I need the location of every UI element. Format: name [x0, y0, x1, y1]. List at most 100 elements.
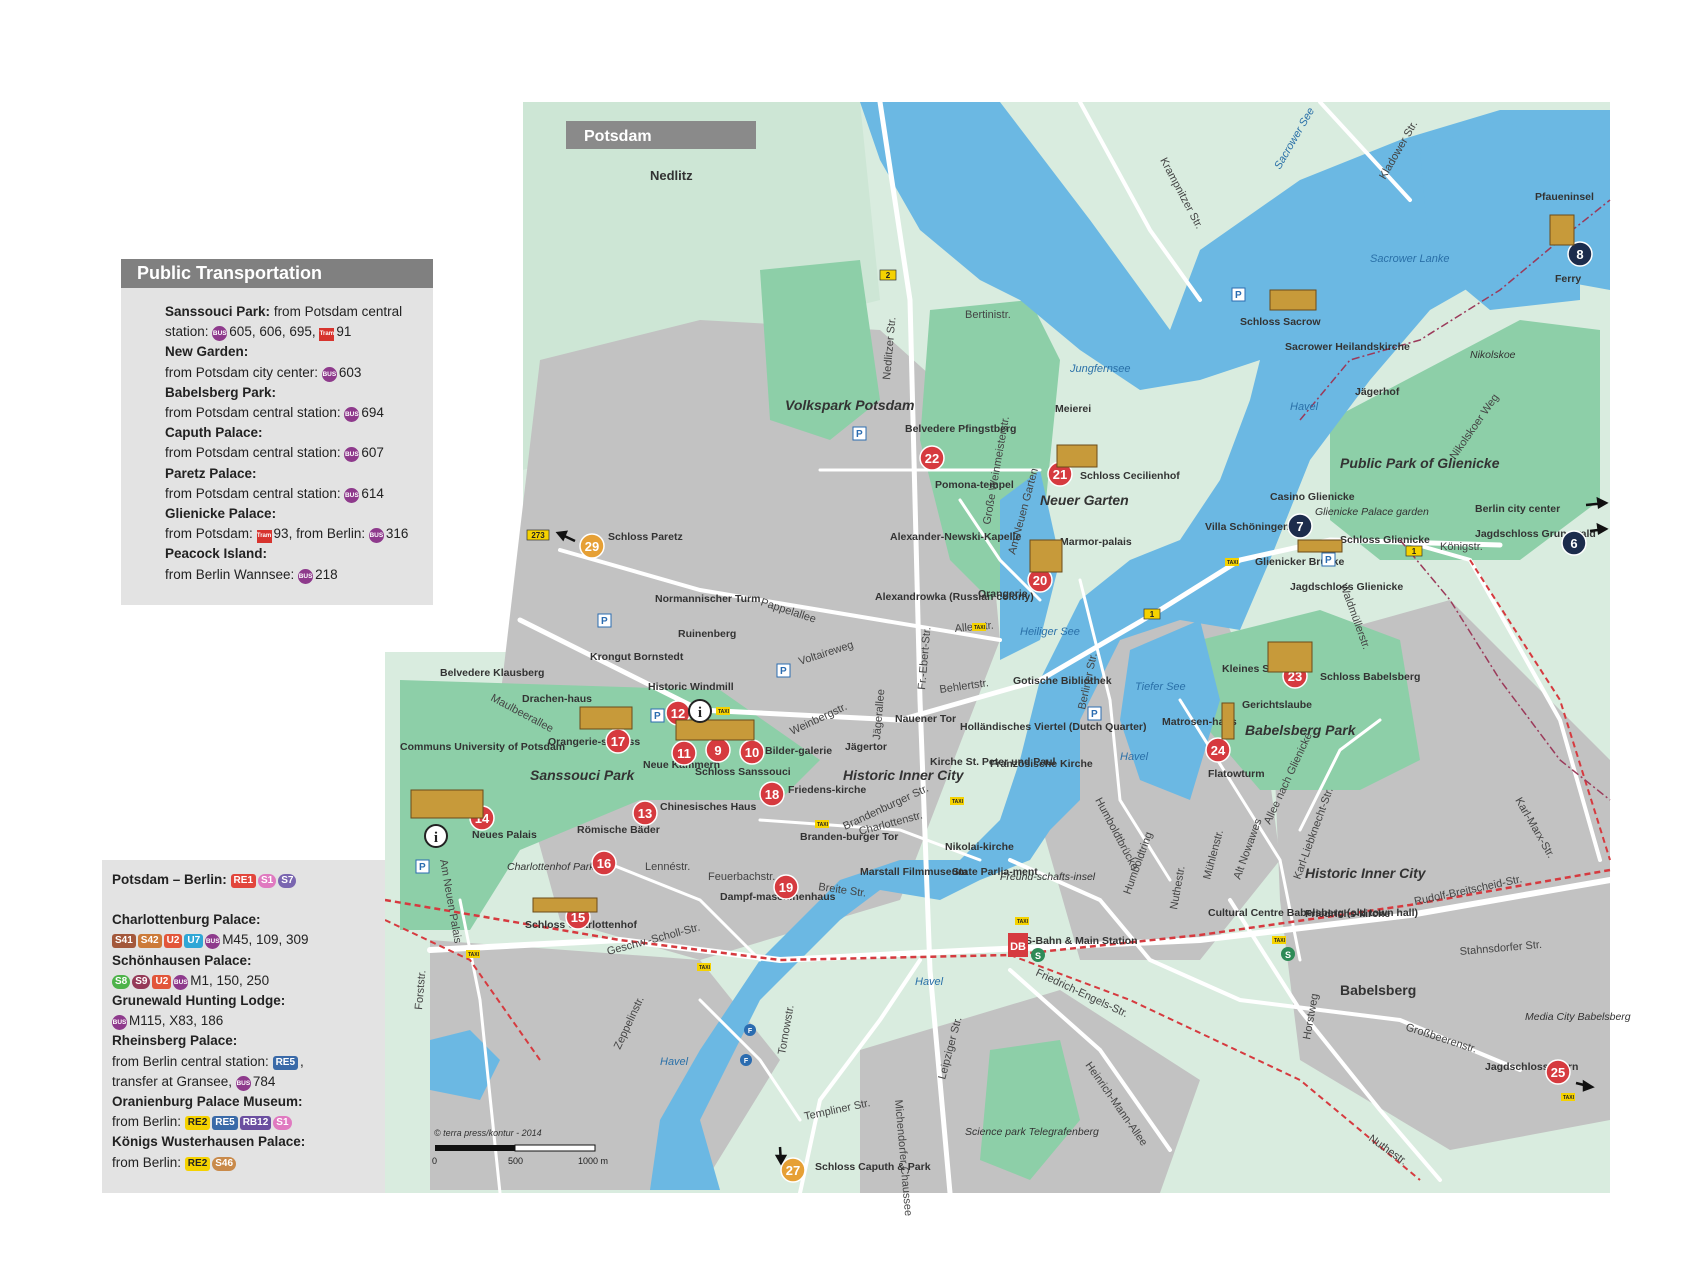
- poi-marker[interactable]: 10: [739, 739, 765, 765]
- tram-icon: Tram: [256, 530, 272, 544]
- bus-icon: BUS: [173, 974, 189, 990]
- poi-marker[interactable]: 7: [1287, 513, 1313, 539]
- svg-text:8: 8: [1576, 247, 1583, 262]
- svg-text:2: 2: [886, 271, 891, 280]
- poi-marker[interactable]: 8: [1567, 241, 1593, 267]
- place-label: Schloss Paretz: [608, 531, 683, 543]
- place-label: Casino Glienicke: [1270, 491, 1355, 503]
- poi-marker[interactable]: 16: [591, 850, 617, 876]
- street-label: Lennéstr.: [645, 861, 690, 873]
- transport-entry-title: Babelsberg Park:: [165, 384, 277, 400]
- poi-marker[interactable]: 19: [773, 874, 799, 900]
- road-number-sign: 273: [526, 529, 550, 541]
- svg-text:P: P: [1091, 709, 1098, 720]
- info-icon[interactable]: i: [688, 699, 712, 723]
- place-label: Sacrower Heilandskirche: [1285, 341, 1410, 353]
- svg-text:21: 21: [1053, 467, 1067, 482]
- svg-text:F: F: [748, 1028, 753, 1035]
- svg-text:DB: DB: [1010, 941, 1026, 953]
- taxi-icon: TAXI: [1561, 1093, 1575, 1101]
- ferry-icon: F: [744, 1024, 756, 1036]
- parking-icon: P: [1087, 706, 1102, 721]
- place-label: Normannischer Turm: [655, 593, 760, 605]
- svg-text:F: F: [744, 1058, 749, 1065]
- svg-text:P: P: [1235, 290, 1242, 301]
- place-label: Römische Bäder: [577, 824, 660, 836]
- place-label: Schloss Caputh & Park: [815, 1161, 931, 1173]
- place-label: Ferry: [1555, 273, 1581, 285]
- poi-marker[interactable]: 17: [605, 728, 631, 754]
- svg-text:17: 17: [611, 734, 625, 749]
- place-label: Branden-burger Tor: [800, 831, 898, 843]
- poi-marker[interactable]: 24: [1205, 737, 1231, 763]
- place-label: Belvedere Klausberg: [440, 667, 544, 679]
- svg-text:7: 7: [1296, 519, 1303, 534]
- district-label: Babelsberg: [1340, 982, 1416, 998]
- poi-marker[interactable]: 11: [671, 740, 697, 766]
- taxi-icon: TAXI: [1015, 917, 1029, 925]
- map-title: Potsdam: [584, 128, 652, 145]
- sbahn-icon[interactable]: S: [1031, 948, 1045, 962]
- place-label: Jägertor: [845, 741, 887, 753]
- berlin-connections-panel: Potsdam – Berlin: RE1 S1 S7 Charlottenburg…: [102, 860, 385, 1193]
- taxi-icon: TAXI: [950, 797, 964, 805]
- street-label: Feuerbachstr.: [708, 871, 775, 883]
- place-label: Schloss Glienicke: [1340, 534, 1430, 546]
- district-label: Neuer Garten: [1040, 492, 1129, 508]
- parking-icon: P: [597, 613, 612, 628]
- svg-text:TAXI: TAXI: [718, 709, 730, 715]
- svg-text:Tiefer See: Tiefer See: [1135, 681, 1186, 693]
- bus-icon: BUS: [298, 568, 314, 584]
- poi-marker[interactable]: 25: [1545, 1059, 1571, 1085]
- palace-icon: [410, 789, 484, 819]
- svg-text:22: 22: [925, 451, 939, 466]
- poi-marker[interactable]: 27: [780, 1157, 806, 1183]
- public-transport-title: Public Transportation: [121, 259, 433, 288]
- svg-text:TAXI: TAXI: [1563, 1095, 1575, 1101]
- poi-marker[interactable]: 13: [632, 800, 658, 826]
- taxi-icon: TAXI: [466, 950, 480, 958]
- place-label: Nauener Tor: [895, 713, 956, 725]
- poi-marker[interactable]: 9: [705, 737, 731, 763]
- taxi-icon: TAXI: [1272, 936, 1286, 944]
- poi-marker[interactable]: 29: [579, 533, 605, 559]
- svg-text:P: P: [1325, 555, 1332, 566]
- place-label: Nikolai-kirche: [945, 841, 1014, 853]
- place-label: Friedrichs-kirche: [1305, 908, 1390, 920]
- svg-text:Heiliger See: Heiliger See: [1020, 626, 1080, 638]
- svg-text:TAXI: TAXI: [1274, 938, 1286, 944]
- place-label: Villa Schöningen: [1205, 521, 1289, 533]
- svg-text:Jungfernsee: Jungfernsee: [1069, 363, 1131, 375]
- info-icon[interactable]: i: [424, 824, 448, 848]
- palace-icon: [1267, 641, 1313, 673]
- district-label: Nedlitz: [650, 168, 693, 183]
- svg-text:6: 6: [1570, 536, 1577, 551]
- parking-icon: P: [1321, 552, 1336, 567]
- poi-marker[interactable]: 22: [919, 445, 945, 471]
- sbahn-icon[interactable]: S: [1281, 947, 1295, 961]
- berlin-list: Potsdam – Berlin: RE1 S1 S7 Charlottenburg…: [112, 872, 309, 1171]
- svg-text:S: S: [1035, 951, 1041, 961]
- place-label: Jagdschloss Glienicke: [1290, 581, 1403, 593]
- poi-marker[interactable]: 6: [1561, 530, 1587, 556]
- palace-icon: [675, 719, 755, 741]
- parking-icon: P: [650, 708, 665, 723]
- svg-text:29: 29: [585, 539, 599, 554]
- ferry-icon: F: [740, 1054, 752, 1066]
- bus-icon: BUS: [235, 1075, 251, 1091]
- svg-text:S: S: [1285, 950, 1291, 960]
- place-label: Jägerhof: [1355, 386, 1400, 398]
- bus-icon: BUS: [344, 487, 360, 503]
- svg-text:18: 18: [765, 787, 779, 802]
- place-label: Pomona-tempel: [935, 479, 1014, 491]
- public-transport-panel: Public Transportation Sanssouci Park: fr…: [121, 259, 433, 605]
- svg-text:273: 273: [531, 531, 545, 540]
- place-label: S-Bahn & Main Station: [1025, 935, 1138, 947]
- place-label: Chinesisches Haus: [660, 801, 756, 813]
- place-label: Freund-schafts-insel: [1000, 871, 1096, 883]
- station-icon[interactable]: DB: [1008, 933, 1028, 957]
- poi-marker[interactable]: 18: [759, 781, 785, 807]
- place-label: Flatowturm: [1208, 768, 1265, 780]
- district-label: Historic Inner City: [843, 767, 965, 783]
- road-number-sign: 1: [1405, 545, 1423, 557]
